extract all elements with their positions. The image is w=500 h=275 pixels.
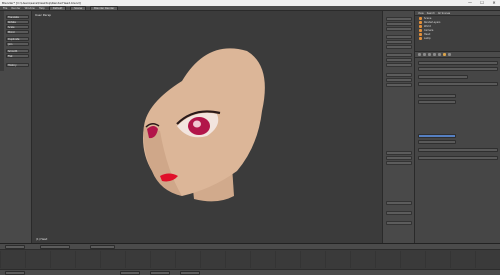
flat-button[interactable]: Flat: [6, 54, 29, 58]
window-title: Blender* [C:\Users\sara\Desktop\RenderHe…: [2, 1, 81, 5]
rotation-z-field[interactable]: [386, 45, 412, 49]
outliner-row[interactable]: Lamp: [415, 36, 500, 40]
view-mode-selector[interactable]: [5, 245, 25, 249]
menu-help[interactable]: Help: [39, 7, 45, 10]
location-y-field[interactable]: [386, 22, 412, 26]
scale-button[interactable]: Scale: [6, 25, 29, 29]
display-toggle[interactable]: [386, 201, 412, 205]
outliner: View Search All Scenes Scene RenderLayer…: [414, 11, 500, 51]
view-lens-field[interactable]: [386, 151, 412, 155]
tool-shelf: Translate Rotate Scale Mirror Duplicate …: [0, 11, 32, 243]
outliner-display-mode[interactable]: All Scenes: [438, 12, 450, 15]
dimensions-x-field[interactable]: [386, 73, 412, 77]
modifier-icon[interactable]: [438, 53, 441, 56]
scene-selector[interactable]: Scene: [70, 5, 87, 11]
scale-x-field[interactable]: [386, 53, 412, 57]
smooth-button[interactable]: Smooth: [6, 49, 29, 53]
world-icon: [419, 24, 422, 28]
menu-file[interactable]: File: [3, 7, 7, 10]
dimensions-z-field[interactable]: [386, 83, 412, 87]
layout-selector[interactable]: Default: [48, 5, 67, 11]
3d-viewport[interactable]: User Persp (1) Head: [32, 11, 382, 243]
tool-shelf-tabs[interactable]: [0, 11, 4, 71]
history-button[interactable]: History: [6, 63, 29, 67]
clip-end-field[interactable]: [386, 161, 412, 165]
render-engine-selector[interactable]: Blender Render: [90, 5, 119, 11]
render-icon[interactable]: [418, 53, 421, 56]
end-frame-field[interactable]: [150, 271, 170, 275]
shading-panel[interactable]: [418, 148, 498, 152]
pivot-selector[interactable]: [90, 245, 115, 249]
mirror-button[interactable]: Mirror: [6, 30, 29, 34]
location-x-field[interactable]: [386, 17, 412, 21]
specular-intensity-slider[interactable]: [418, 134, 456, 138]
clip-start-field[interactable]: [386, 156, 412, 160]
object-label: (1) Head: [36, 238, 48, 241]
rotation-y-field[interactable]: [386, 40, 412, 44]
rotation-x-field[interactable]: [386, 35, 412, 39]
n-properties-panel: [382, 11, 414, 243]
mesh-icon: [419, 32, 422, 36]
properties-tabs: [415, 52, 500, 58]
shading-selector[interactable]: [40, 245, 70, 249]
current-frame-field[interactable]: [180, 271, 200, 275]
material-slot-list[interactable]: [418, 61, 498, 65]
lamp-icon: [419, 36, 422, 40]
rotate-button[interactable]: Rotate: [6, 20, 29, 24]
world-icon[interactable]: [428, 53, 431, 56]
renderlayers-icon: [419, 20, 422, 24]
material-icon[interactable]: [443, 53, 446, 56]
properties-editor: [414, 51, 500, 243]
scene-icon: [419, 16, 422, 20]
timeline-menu[interactable]: [5, 271, 25, 275]
shading-toggle[interactable]: [386, 211, 412, 215]
dimensions-y-field[interactable]: [386, 78, 412, 82]
diffuse-shader-field[interactable]: [418, 100, 456, 104]
timeline-header-bottom: [0, 269, 500, 275]
texture-icon[interactable]: [448, 53, 451, 56]
duplicate-button[interactable]: Duplicate: [6, 37, 29, 41]
preview-toggle[interactable]: [418, 82, 498, 86]
object-icon[interactable]: [433, 53, 436, 56]
timeline-header-top: [0, 244, 500, 250]
outliner-view-menu[interactable]: View: [418, 12, 424, 15]
translate-button[interactable]: Translate: [6, 15, 29, 19]
timeline-editor[interactable]: [0, 243, 500, 275]
material-name-field[interactable]: [418, 75, 468, 79]
menu-render[interactable]: Render: [11, 7, 20, 10]
camera-icon: [419, 28, 422, 32]
head-model[interactable]: [32, 11, 382, 243]
specular-hardness-field[interactable]: [418, 140, 456, 144]
join-button[interactable]: Join: [6, 42, 29, 46]
diffuse-color-field[interactable]: [418, 94, 456, 98]
menu-window[interactable]: Window: [25, 7, 35, 10]
material-slot-row[interactable]: [418, 67, 498, 71]
timeline-frames[interactable]: [0, 251, 500, 268]
start-frame-field[interactable]: [120, 271, 140, 275]
outliner-search-menu[interactable]: Search: [427, 12, 435, 15]
scale-y-field[interactable]: [386, 58, 412, 62]
right-eye-highlight: [193, 120, 201, 128]
transparency-panel[interactable]: [418, 156, 498, 160]
location-z-field[interactable]: [386, 27, 412, 31]
scale-z-field[interactable]: [386, 63, 412, 67]
background-toggle[interactable]: [386, 221, 412, 225]
scene-icon[interactable]: [423, 53, 426, 56]
